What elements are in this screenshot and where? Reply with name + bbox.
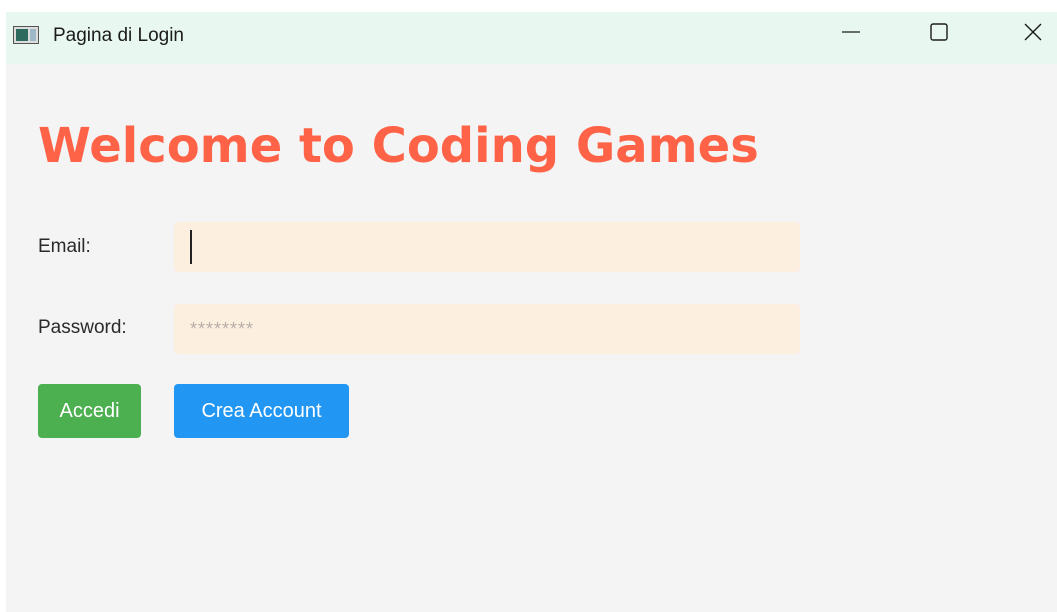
create-account-button[interactable]: Crea Account: [174, 384, 349, 438]
maximize-icon: [929, 22, 949, 47]
close-button[interactable]: [1010, 12, 1056, 56]
email-field[interactable]: [174, 222, 800, 272]
window-title: Pagina di Login: [53, 25, 184, 46]
password-field[interactable]: [174, 304, 800, 354]
minimize-button[interactable]: [828, 12, 874, 56]
minimize-icon: [841, 22, 861, 47]
email-label: Email:: [38, 236, 91, 257]
login-form: Welcome to Coding Games Email: Password:…: [6, 64, 1057, 612]
welcome-heading: Welcome to Coding Games: [38, 118, 759, 174]
login-button[interactable]: Accedi: [38, 384, 141, 438]
text-cursor: [190, 230, 192, 264]
close-icon: [1023, 22, 1043, 47]
maximize-button[interactable]: [916, 12, 962, 56]
app-window-icon: [13, 26, 39, 44]
password-label: Password:: [38, 317, 127, 338]
title-bar[interactable]: Pagina di Login: [6, 12, 1057, 64]
login-window: Pagina di Login Welcome to Coding Games …: [6, 12, 1057, 612]
